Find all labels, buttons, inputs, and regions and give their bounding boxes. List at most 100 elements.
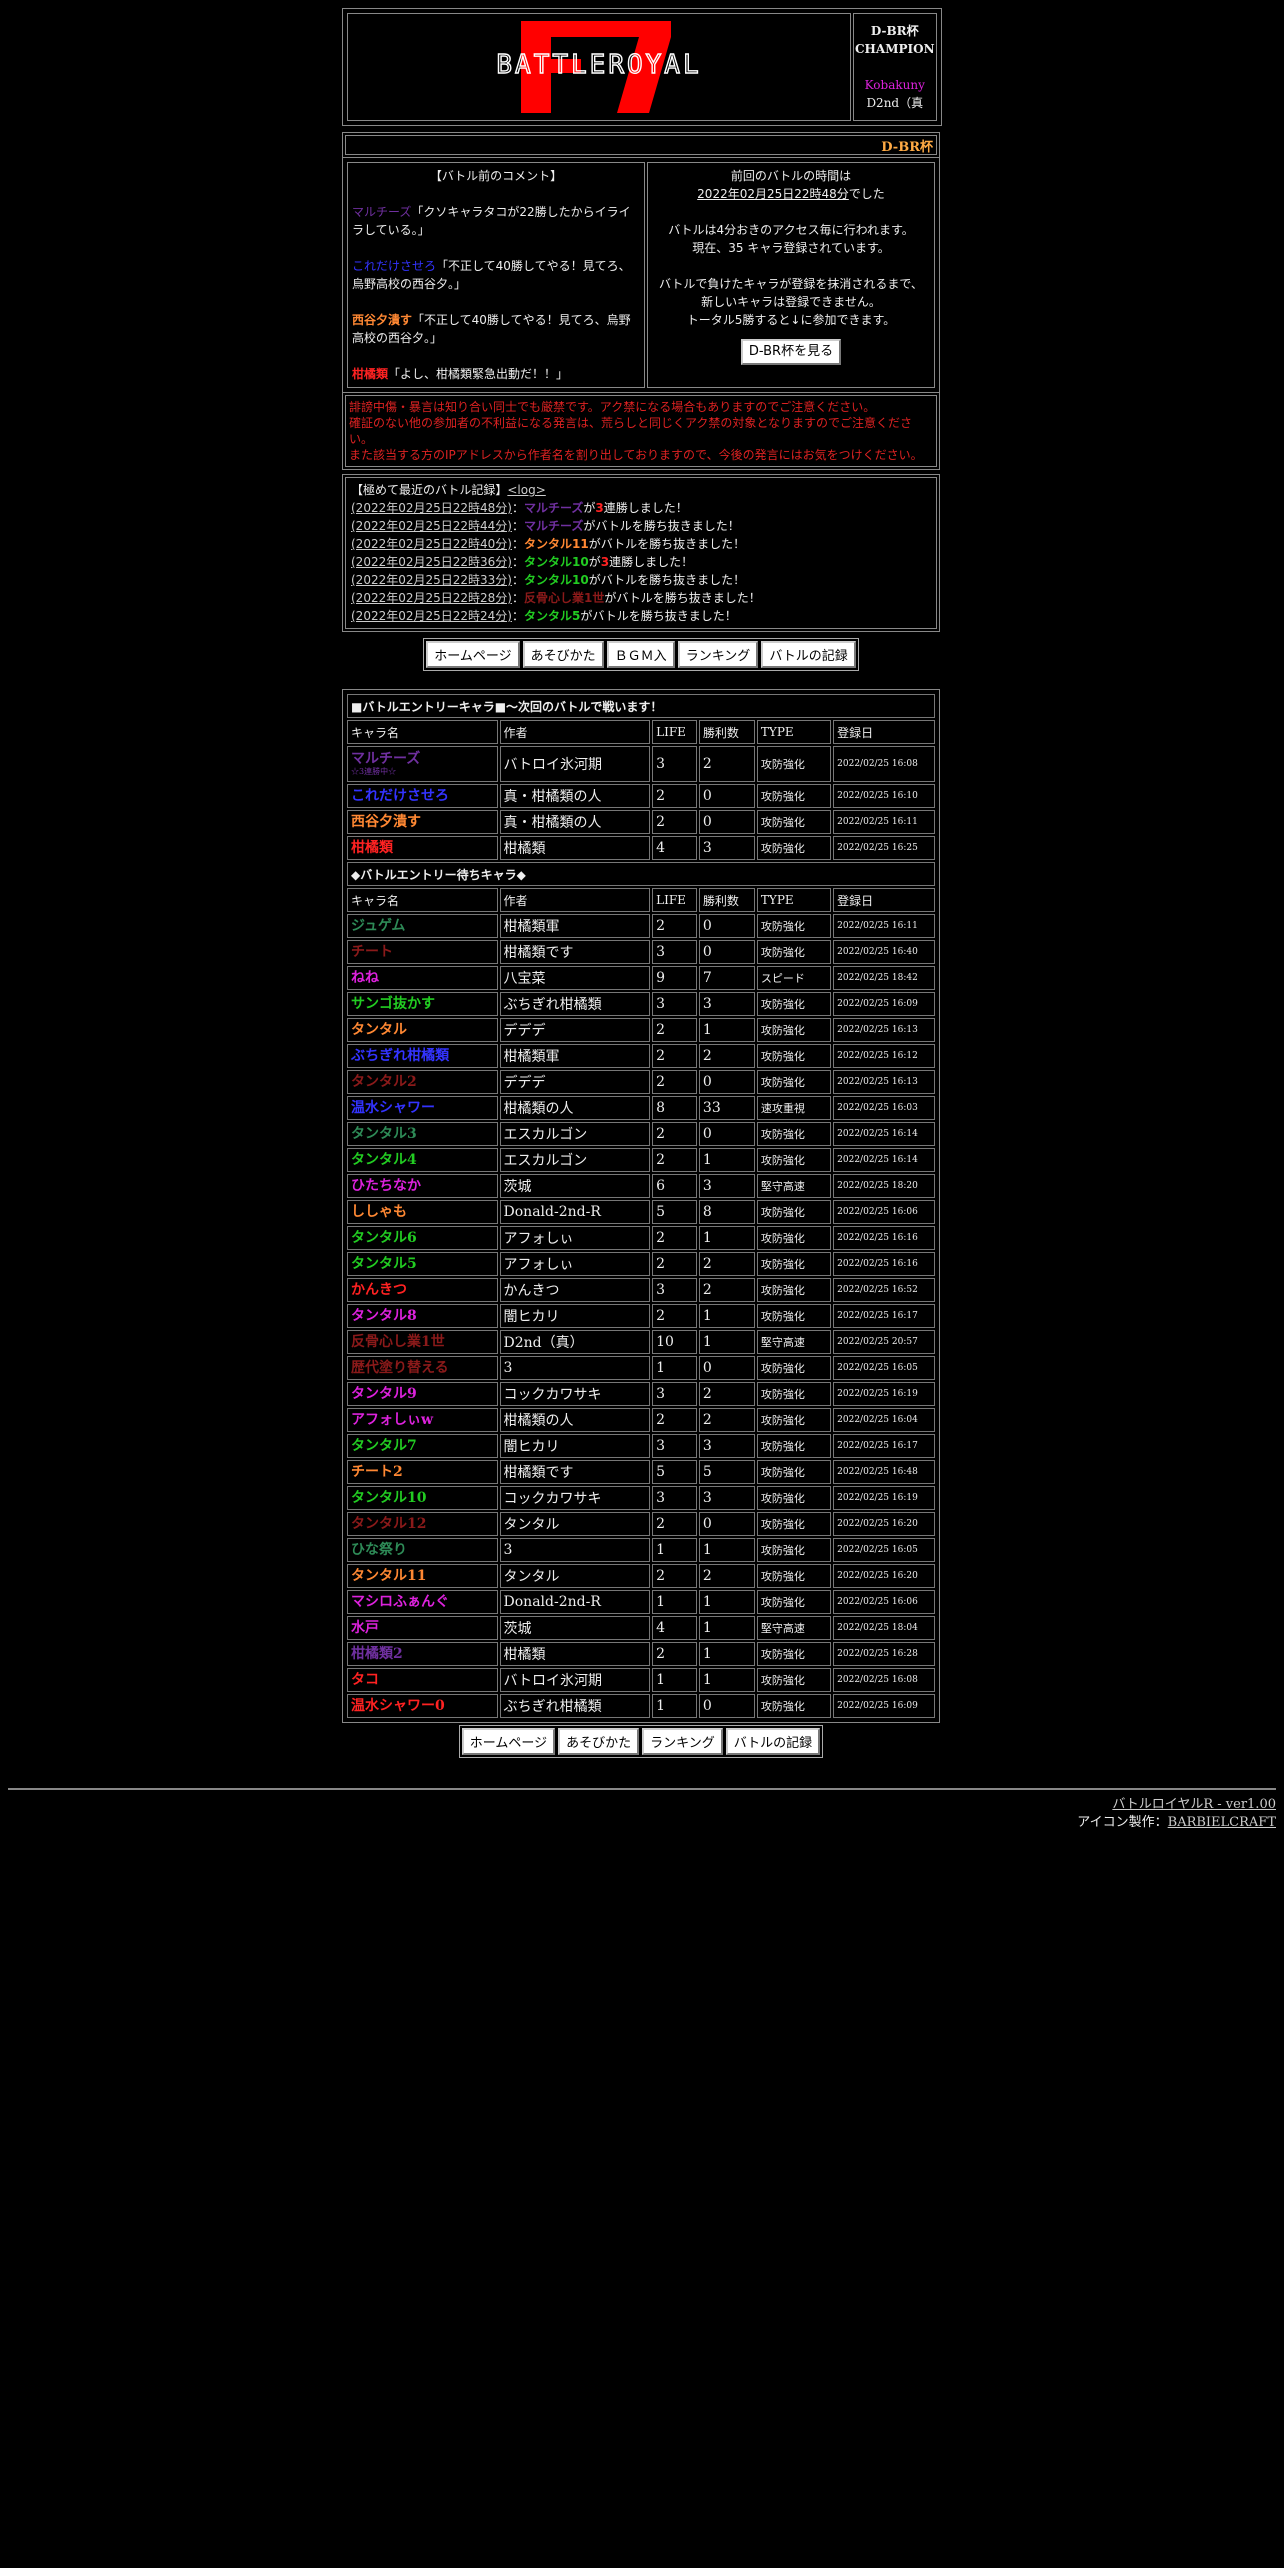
banner-bar: D-BR杯 [342,132,940,158]
date-cell: 2022/02/25 16:25 [833,836,935,860]
date-cell: 2022/02/25 18:20 [833,1174,935,1198]
table-row: ねね 八宝菜 9 7 スピード 2022/02/25 18:42 [347,966,935,990]
author-cell: 柑橘類です [499,940,651,964]
footer: バトルロイヤルR - ver1.00 アイコン製作：BARBIELCRAFT [1077,1796,1276,1832]
nav-button[interactable]: ランキング [642,1728,723,1755]
char-name: チート2 [351,1464,403,1480]
comments-title: 【バトル前のコメント】 [429,169,563,183]
comment-char-name: 柑橘類 [352,367,389,381]
char-name-cell: タコ [347,1668,498,1692]
table-row: ひたちなか 茨城 6 3 堅守高速 2022/02/25 18:20 [347,1174,935,1198]
credit-link[interactable]: BARBIELCRAFT [1168,1815,1276,1830]
author-cell: 3 [499,1356,651,1380]
life-cell: 1 [652,1668,697,1692]
log-time-link[interactable]: (2022年02月25日22時33分) [351,573,512,587]
char-name: タンタル11 [351,1568,427,1584]
log-text-post: 連勝しました！ [603,501,688,515]
dbr-cup-button[interactable]: D-BR杯を見る [740,339,842,365]
wins-cell: 2 [698,1252,755,1276]
type-cell: 攻防強化 [756,1200,832,1224]
type-cell: 攻防強化 [756,914,832,938]
date-cell: 2022/02/25 18:42 [833,966,935,990]
wins-cell: 33 [698,1096,755,1120]
nav-button[interactable]: バトルの記録 [725,1728,821,1755]
log-time-link[interactable]: (2022年02月25日22時24分) [351,609,512,623]
table-row: 温水シャワー0 ぶちぎれ柑橘類 1 0 攻防強化 2022/02/25 16:09 [347,1694,935,1718]
last-battle-time-link[interactable]: 2022年02月25日22時48分 [697,187,849,201]
date-cell: 2022/02/25 16:16 [833,1226,935,1250]
wins-cell: 1 [698,1668,755,1692]
log-time-link[interactable]: (2022年02月25日22時28分) [351,591,512,605]
log-time-link[interactable]: (2022年02月25日22時36分) [351,555,512,569]
author-cell: Donald-2nd-R [499,1200,651,1224]
type-cell: 速攻重視 [756,1096,832,1120]
nav-button[interactable]: バトルの記録 [761,641,856,668]
version-link[interactable]: バトルロイヤルR - ver1.00 [1112,1797,1276,1812]
log-entry: (2022年02月25日22時28分)：反骨心し業1世がバトルを勝ち抜きました！ [351,589,931,607]
type-cell: 攻防強化 [756,940,832,964]
author-cell: ぶちぎれ柑橘類 [499,1694,651,1718]
date-cell: 2022/02/25 16:06 [833,1200,935,1224]
life-cell: 3 [652,746,697,782]
main-container: BATTLEROYAL D-BR杯 CHAMPION Kobakuny D2nd… [342,8,942,1758]
char-name-cell: タンタル5 [347,1252,498,1276]
comment-item: マルチーズ「クソキャラタコが22勝したからイライラしている。」 [352,203,640,239]
author-cell: バトロイ氷河期 [499,746,651,782]
type-cell: 攻防強化 [756,1304,832,1328]
char-name: 歴代塗り替える [351,1360,449,1376]
info-line1-text: 前回のバトルの時間は [730,169,852,183]
nav-button[interactable]: ＢＧＭ入 [606,641,675,668]
comment-info-table: 【バトル前のコメント】 マルチーズ「クソキャラタコが22勝したからイライラしてい… [342,157,940,393]
wins-cell: 1 [698,1148,755,1172]
table-row: 温水シャワー 柑橘類の人 8 33 速攻重視 2022/02/25 16:03 [347,1096,935,1120]
wins-cell: 1 [698,1616,755,1640]
table-row: タンタル4 エスカルゴン 2 1 攻防強化 2022/02/25 16:14 [347,1148,935,1172]
wins-cell: 8 [698,1200,755,1224]
date-cell: 2022/02/25 16:10 [833,784,935,808]
char-name-cell: ねね [347,966,498,990]
author-cell: アフォしぃ [499,1226,651,1250]
log-time-link[interactable]: (2022年02月25日22時48分) [351,501,512,515]
nav-button[interactable]: ホームページ [426,641,520,668]
log-link[interactable]: <log> [507,483,545,497]
info-line4: バトルで負けたキャラが登録を抹消されるまで、 [659,277,923,291]
life-cell: 2 [652,1512,697,1536]
nav-button[interactable]: ランキング [677,641,759,668]
log-time-link[interactable]: (2022年02月25日22時40分) [351,537,512,551]
wins-cell: 1 [698,1642,755,1666]
champion-name: Kobakuny [864,78,925,92]
info-line3: 現在、35 キャラ登録されています。 [692,241,890,255]
table-row: ししゃも Donald-2nd-R 5 8 攻防強化 2022/02/25 16:06 [347,1200,935,1224]
date-cell: 2022/02/25 16:03 [833,1096,935,1120]
author-cell: 柑橘類軍 [499,1044,651,1068]
wins-cell: 0 [698,1122,755,1146]
life-cell: 2 [652,784,697,808]
column-header: TYPE [756,720,832,744]
comment-char-name: マルチーズ [352,205,412,219]
credit-label: アイコン製作： [1077,1815,1168,1830]
date-cell: 2022/02/25 16:20 [833,1512,935,1536]
char-name: タンタル9 [351,1386,417,1402]
date-cell: 2022/02/25 16:11 [833,914,935,938]
type-cell: 攻防強化 [756,784,832,808]
log-time-link[interactable]: (2022年02月25日22時44分) [351,519,512,533]
type-cell: 攻防強化 [756,1564,832,1588]
nav-button[interactable]: あそびかた [558,1728,640,1755]
char-name-cell: 柑橘類 [347,836,498,860]
wins-cell: 3 [698,992,755,1016]
date-cell: 2022/02/25 16:17 [833,1304,935,1328]
nav-button[interactable]: ホームページ [461,1728,556,1755]
date-cell: 2022/02/25 16:09 [833,992,935,1016]
char-name-cell: チート [347,940,498,964]
column-header: 勝利数 [698,720,755,744]
type-cell: 攻防強化 [756,1590,832,1614]
char-name-cell: ししゃも [347,1200,498,1224]
author-cell: 八宝菜 [499,966,651,990]
type-cell: 攻防強化 [756,1486,832,1510]
nav-button[interactable]: あそびかた [522,641,604,668]
life-cell: 2 [652,1564,697,1588]
log-list: (2022年02月25日22時48分)：マルチーズが3連勝しました！ (2022年… [351,499,931,625]
table-row: 柑橘類 柑橘類 4 3 攻防強化 2022/02/25 16:25 [347,836,935,860]
wins-cell: 2 [698,1044,755,1068]
log-char-name: タンタル5 [524,609,581,623]
